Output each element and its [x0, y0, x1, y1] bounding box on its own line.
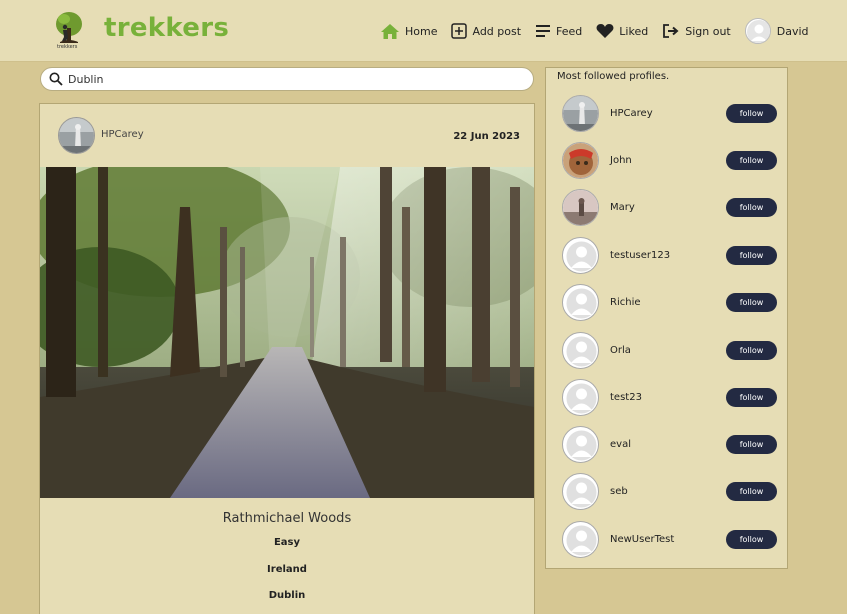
default-avatar-icon[interactable]: [562, 237, 599, 274]
post-card: HPCarey 22 Jun 2023 Rathmichael Woods Ea…: [39, 103, 535, 614]
profile-avatar[interactable]: [562, 95, 599, 132]
follow-button[interactable]: follow: [726, 293, 777, 312]
user-avatar: [744, 18, 771, 44]
follow-button[interactable]: follow: [726, 104, 777, 123]
default-avatar-icon[interactable]: [562, 426, 599, 463]
profile-name[interactable]: NewUserTest: [610, 534, 674, 545]
profile-name[interactable]: Orla: [610, 345, 631, 356]
profile-name[interactable]: Mary: [610, 202, 635, 213]
post-image[interactable]: [40, 167, 534, 498]
main-nav: Home Add post Feed Liked Sign out David: [380, 0, 823, 62]
profile-name[interactable]: John: [610, 155, 632, 166]
nav-liked[interactable]: Liked: [596, 23, 648, 39]
search-input[interactable]: [68, 72, 508, 86]
default-avatar-icon[interactable]: [562, 284, 599, 321]
profile-item: seb follow: [562, 473, 778, 511]
post-title: Rathmichael Woods: [222, 511, 352, 526]
follow-button[interactable]: follow: [726, 341, 777, 360]
profile-name[interactable]: test23: [610, 392, 642, 403]
follow-button[interactable]: follow: [726, 435, 777, 454]
profile-item: Orla follow: [562, 332, 778, 370]
nav-sign-out[interactable]: Sign out: [662, 23, 731, 39]
nav-add-post-label: Add post: [472, 24, 522, 38]
profile-item: testuser123 follow: [562, 237, 778, 275]
profile-avatar[interactable]: [562, 189, 599, 226]
follow-button[interactable]: follow: [726, 246, 777, 265]
profile-item: NewUserTest follow: [562, 521, 778, 559]
most-followed-title: Most followed profiles.: [557, 71, 670, 82]
home-icon: [381, 23, 399, 39]
default-avatar-icon[interactable]: [562, 473, 599, 510]
profile-item: HPCarey follow: [562, 95, 778, 133]
default-avatar-icon[interactable]: [562, 379, 599, 416]
follow-button[interactable]: follow: [726, 151, 777, 170]
brand-title[interactable]: trekkers: [104, 13, 229, 43]
profile-item: John follow: [562, 142, 778, 180]
follow-button[interactable]: follow: [726, 482, 777, 501]
profile-item: test23 follow: [562, 379, 778, 417]
search-bar: [40, 67, 534, 91]
nav-liked-label: Liked: [619, 24, 649, 38]
most-followed-panel: Most followed profiles. HPCarey follow J…: [545, 67, 788, 569]
follow-button[interactable]: follow: [726, 530, 777, 549]
nav-user-name: David: [776, 24, 809, 38]
profile-name[interactable]: testuser123: [610, 250, 670, 261]
profile-name[interactable]: Richie: [610, 297, 641, 308]
trekkers-logo[interactable]: trekkers: [52, 10, 86, 52]
profile-name[interactable]: eval: [610, 439, 631, 450]
feed-list-icon: [536, 25, 551, 37]
profile-item: Mary follow: [562, 189, 778, 227]
nav-feed[interactable]: Feed: [535, 24, 582, 38]
post-date: 22 Jun 2023: [453, 131, 520, 142]
nav-add-post[interactable]: Add post: [451, 23, 521, 39]
post-difficulty: Easy: [273, 537, 301, 548]
post-country: Ireland: [267, 564, 307, 575]
profile-item: Richie follow: [562, 284, 778, 322]
logo-caption: trekkers: [57, 44, 78, 50]
post-author-avatar[interactable]: [58, 117, 95, 154]
nav-home-label: Home: [405, 24, 438, 38]
navbar: trekkers trekkers Home Add post Feed Lik…: [0, 0, 847, 62]
nav-feed-label: Feed: [556, 24, 583, 38]
profile-name[interactable]: seb: [610, 486, 628, 497]
sign-out-icon: [663, 24, 679, 38]
add-square-icon: [451, 23, 468, 39]
post-county: Dublin: [268, 590, 306, 601]
nav-home[interactable]: Home: [380, 23, 437, 40]
heart-icon: [596, 24, 614, 38]
nav-sign-out-label: Sign out: [685, 24, 731, 38]
default-avatar-icon[interactable]: [562, 332, 599, 369]
follow-button[interactable]: follow: [726, 198, 777, 217]
nav-profile[interactable]: David: [744, 18, 809, 44]
profile-avatar[interactable]: [562, 142, 599, 179]
default-avatar-icon[interactable]: [562, 521, 599, 558]
search-icon: [49, 72, 63, 86]
follow-button[interactable]: follow: [726, 388, 777, 407]
post-author-name[interactable]: HPCarey: [101, 129, 144, 140]
post-header: HPCarey 22 Jun 2023: [40, 104, 534, 167]
profile-name[interactable]: HPCarey: [610, 108, 653, 119]
profile-item: eval follow: [562, 426, 778, 464]
